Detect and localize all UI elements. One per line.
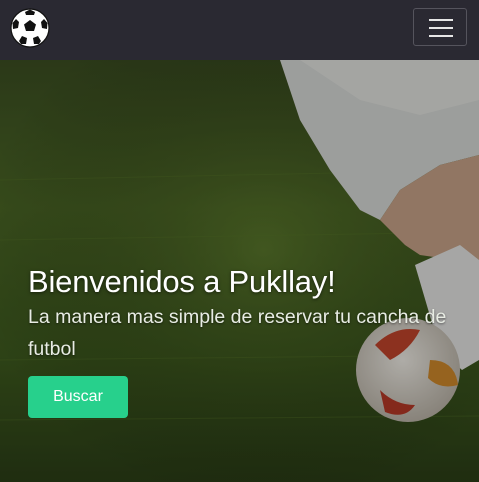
search-button[interactable]: Buscar [28,376,128,418]
menu-toggle-button[interactable] [413,8,467,46]
hero-title: Bienvenidos a Pukllay! [28,264,336,299]
hero-section: Bienvenidos a Pukllay! La manera mas sim… [0,60,479,482]
hamburger-menu-icon [429,19,453,21]
hero-subtitle: La manera mas simple de reservar tu canc… [28,306,447,360]
hamburger-bar [429,27,453,29]
navbar [0,0,479,60]
hamburger-bar [429,35,453,37]
soccer-ball-logo-icon[interactable] [10,8,50,48]
